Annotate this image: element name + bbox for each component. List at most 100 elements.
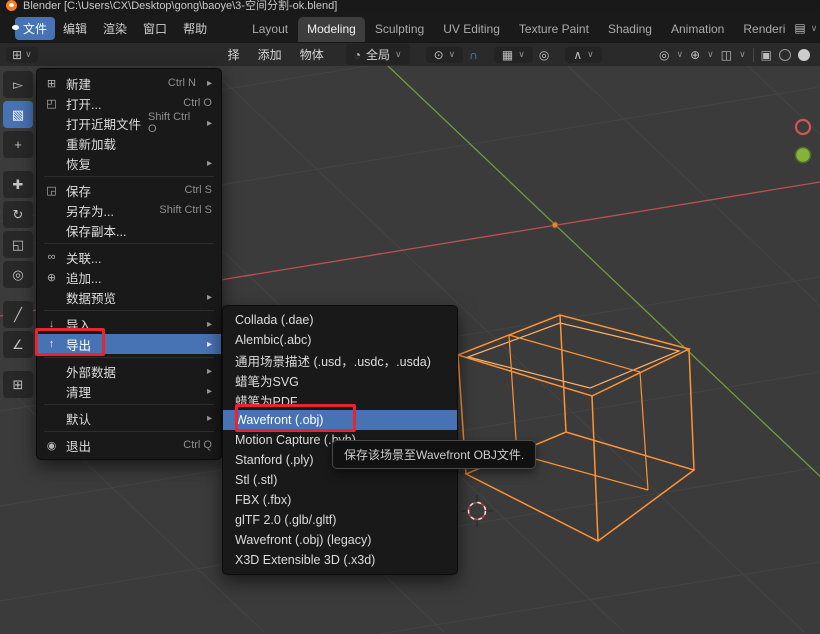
tab-rendering[interactable]: Renderi bbox=[734, 17, 794, 42]
tab-shading[interactable]: Shading bbox=[599, 17, 661, 42]
export-item-grease-pencil-svg[interactable]: 蜡笔为SVG bbox=[223, 370, 457, 390]
tool-scale[interactable]: ◱ bbox=[3, 231, 33, 258]
submenu-arrow-icon bbox=[203, 366, 212, 377]
export-item-grease-pencil-pdf[interactable]: 蜡笔为PDF bbox=[223, 390, 457, 410]
menu-separator bbox=[44, 404, 214, 405]
workspace-settings-icon[interactable]: ▤ bbox=[794, 22, 805, 34]
submenu-arrow-icon bbox=[203, 319, 212, 330]
menu-item-data-previews[interactable]: 数据预览 bbox=[37, 287, 221, 307]
export-item-alembic[interactable]: Alembic(.abc) bbox=[223, 330, 457, 350]
tab-modeling[interactable]: Modeling bbox=[298, 17, 365, 42]
tooltip: 保存该场景至Wavefront OBJ文件. bbox=[332, 440, 536, 469]
chevron-down-icon: ∨ bbox=[25, 49, 32, 60]
export-item-wavefront-obj[interactable]: Wavefront (.obj) bbox=[223, 410, 457, 430]
menu-item-new[interactable]: 新建 Ctrl N bbox=[37, 73, 221, 93]
visibility-dropdown-icon[interactable]: ◎ bbox=[659, 49, 669, 61]
menu-item-quit[interactable]: 退出 Ctrl Q bbox=[37, 435, 221, 455]
tool-annotate[interactable]: ╱ bbox=[3, 301, 33, 328]
divider bbox=[753, 48, 754, 62]
export-icon bbox=[44, 338, 59, 350]
chevron-down-icon: ∨ bbox=[518, 49, 525, 60]
menu-item-save-as[interactable]: 另存为... Shift Ctrl S bbox=[37, 200, 221, 220]
proportional-falloff-dropdown[interactable]: ∧ ∨ bbox=[565, 47, 601, 63]
export-item-wavefront-legacy[interactable]: Wavefront (.obj) (legacy) bbox=[223, 530, 457, 550]
shading-rendered-icon[interactable] bbox=[798, 49, 810, 61]
menu-item-save[interactable]: 保存 Ctrl S bbox=[37, 180, 221, 200]
menu-separator bbox=[44, 310, 214, 311]
menu-item-export[interactable]: 导出 bbox=[37, 334, 221, 354]
toolbar-left: ▻ ▧ + ✚ ↻ ◱ ◎ ╱ ∠ ⊞ bbox=[3, 71, 34, 398]
tab-texture-paint[interactable]: Texture Paint bbox=[510, 17, 598, 42]
tab-animation[interactable]: Animation bbox=[662, 17, 733, 42]
menu-item-defaults[interactable]: 默认 bbox=[37, 408, 221, 428]
submenu-arrow-icon bbox=[203, 78, 212, 89]
submenu-arrow-icon bbox=[203, 339, 212, 350]
menu-file[interactable]: 文件 bbox=[15, 17, 55, 40]
orientation-value: 全局 bbox=[366, 46, 390, 63]
chevron-down-icon: ∨ bbox=[739, 49, 746, 60]
show-gizmo-icon[interactable]: ⊕ bbox=[690, 49, 700, 61]
submenu-arrow-icon bbox=[203, 292, 212, 303]
tool-select-box[interactable]: ▧ bbox=[3, 101, 33, 128]
gizmo-y-axis-ball[interactable] bbox=[796, 148, 811, 163]
editor-type-button[interactable]: ⊞ ∨ bbox=[6, 47, 38, 63]
transform-orientation-dropdown[interactable]: ◔ 全局 ∨ bbox=[346, 44, 410, 65]
snap-magnet-icon[interactable]: ∩ bbox=[469, 49, 478, 61]
proportional-editing-icon[interactable]: ◎ bbox=[539, 49, 549, 61]
menu-item-import[interactable]: 导入 bbox=[37, 314, 221, 334]
menu-render[interactable]: 渲染 bbox=[95, 17, 135, 40]
submenu-arrow-icon bbox=[203, 386, 212, 397]
chevron-down-icon: ∨ bbox=[707, 49, 714, 60]
window-titlebar: Blender [C:\Users\CX\Desktop\gong\baoye\… bbox=[0, 0, 820, 14]
viewport-header: ⊞ ∨ 择 添加 物体 ◔ 全局 ∨ ⊙ ∨ ∩ ▦ ∨ ◎ ∧ ∨ ◎ ∨ ⊕… bbox=[0, 42, 820, 66]
submenu-arrow-icon bbox=[203, 413, 212, 424]
menu-item-link[interactable]: 关联... bbox=[37, 247, 221, 267]
falloff-icon: ∧ bbox=[573, 49, 582, 61]
tool-rotate[interactable]: ↻ bbox=[3, 201, 33, 228]
tool-transform[interactable]: ◎ bbox=[3, 261, 33, 288]
menu-add[interactable]: 添加 bbox=[252, 44, 288, 65]
menu-item-open-recent[interactable]: 打开近期文件 Shift Ctrl O bbox=[37, 113, 221, 133]
export-item-gltf[interactable]: glTF 2.0 (.glb/.gltf) bbox=[223, 510, 457, 530]
export-item-x3d[interactable]: X3D Extensible 3D (.x3d) bbox=[223, 550, 457, 570]
export-item-usd[interactable]: 通用场景描述 (.usd，.usdc，.usda) bbox=[223, 350, 457, 370]
menu-item-append[interactable]: 追加... bbox=[37, 267, 221, 287]
export-item-collada[interactable]: Collada (.dae) bbox=[223, 310, 457, 330]
menu-object[interactable]: 物体 bbox=[294, 44, 330, 65]
power-icon bbox=[44, 439, 59, 452]
menu-window[interactable]: 窗口 bbox=[135, 17, 175, 40]
menu-item-recover[interactable]: 恢复 bbox=[37, 153, 221, 173]
export-item-stl[interactable]: Stl (.stl) bbox=[223, 470, 457, 490]
snap-settings-dropdown[interactable]: ▦ ∨ bbox=[494, 47, 533, 63]
tab-uv-editing[interactable]: UV Editing bbox=[434, 17, 509, 42]
pivot-point-dropdown[interactable]: ⊙ ∨ bbox=[426, 47, 464, 63]
menu-item-clean-up[interactable]: 清理 bbox=[37, 381, 221, 401]
object-origin-dot bbox=[552, 222, 558, 228]
shading-solid-icon[interactable] bbox=[779, 49, 791, 61]
menu-separator bbox=[44, 243, 214, 244]
menu-item-open[interactable]: 打开... Ctrl O bbox=[37, 93, 221, 113]
menu-item-save-copy[interactable]: 保存副本... bbox=[37, 220, 221, 240]
menu-edit[interactable]: 编辑 bbox=[55, 17, 95, 40]
window-title: Blender [C:\Users\CX\Desktop\gong\baoye\… bbox=[23, 0, 337, 13]
xray-toggle-icon[interactable]: ▣ bbox=[761, 49, 772, 61]
globe-icon: ◔ bbox=[354, 49, 361, 61]
tool-tweak[interactable]: ▻ bbox=[3, 71, 33, 98]
menu-help[interactable]: 帮助 bbox=[175, 17, 215, 40]
tool-cursor[interactable]: + bbox=[3, 131, 33, 158]
menu-item-external-data[interactable]: 外部数据 bbox=[37, 361, 221, 381]
pivot-icon: ⊙ bbox=[434, 49, 444, 61]
show-overlays-icon[interactable]: ◫ bbox=[721, 49, 732, 61]
menu-select-partial[interactable]: 择 bbox=[222, 44, 246, 65]
save-icon bbox=[44, 184, 59, 197]
menu-separator bbox=[44, 431, 214, 432]
menu-separator bbox=[44, 357, 214, 358]
snap-target-icon: ▦ bbox=[502, 49, 513, 61]
menu-item-revert[interactable]: 重新加载 bbox=[37, 133, 221, 153]
tab-layout[interactable]: Layout bbox=[243, 17, 297, 42]
tool-add-cube[interactable]: ⊞ bbox=[3, 371, 33, 398]
tool-move[interactable]: ✚ bbox=[3, 171, 33, 198]
tab-sculpting[interactable]: Sculpting bbox=[366, 17, 433, 42]
tool-measure[interactable]: ∠ bbox=[3, 331, 33, 358]
export-item-fbx[interactable]: FBX (.fbx) bbox=[223, 490, 457, 510]
